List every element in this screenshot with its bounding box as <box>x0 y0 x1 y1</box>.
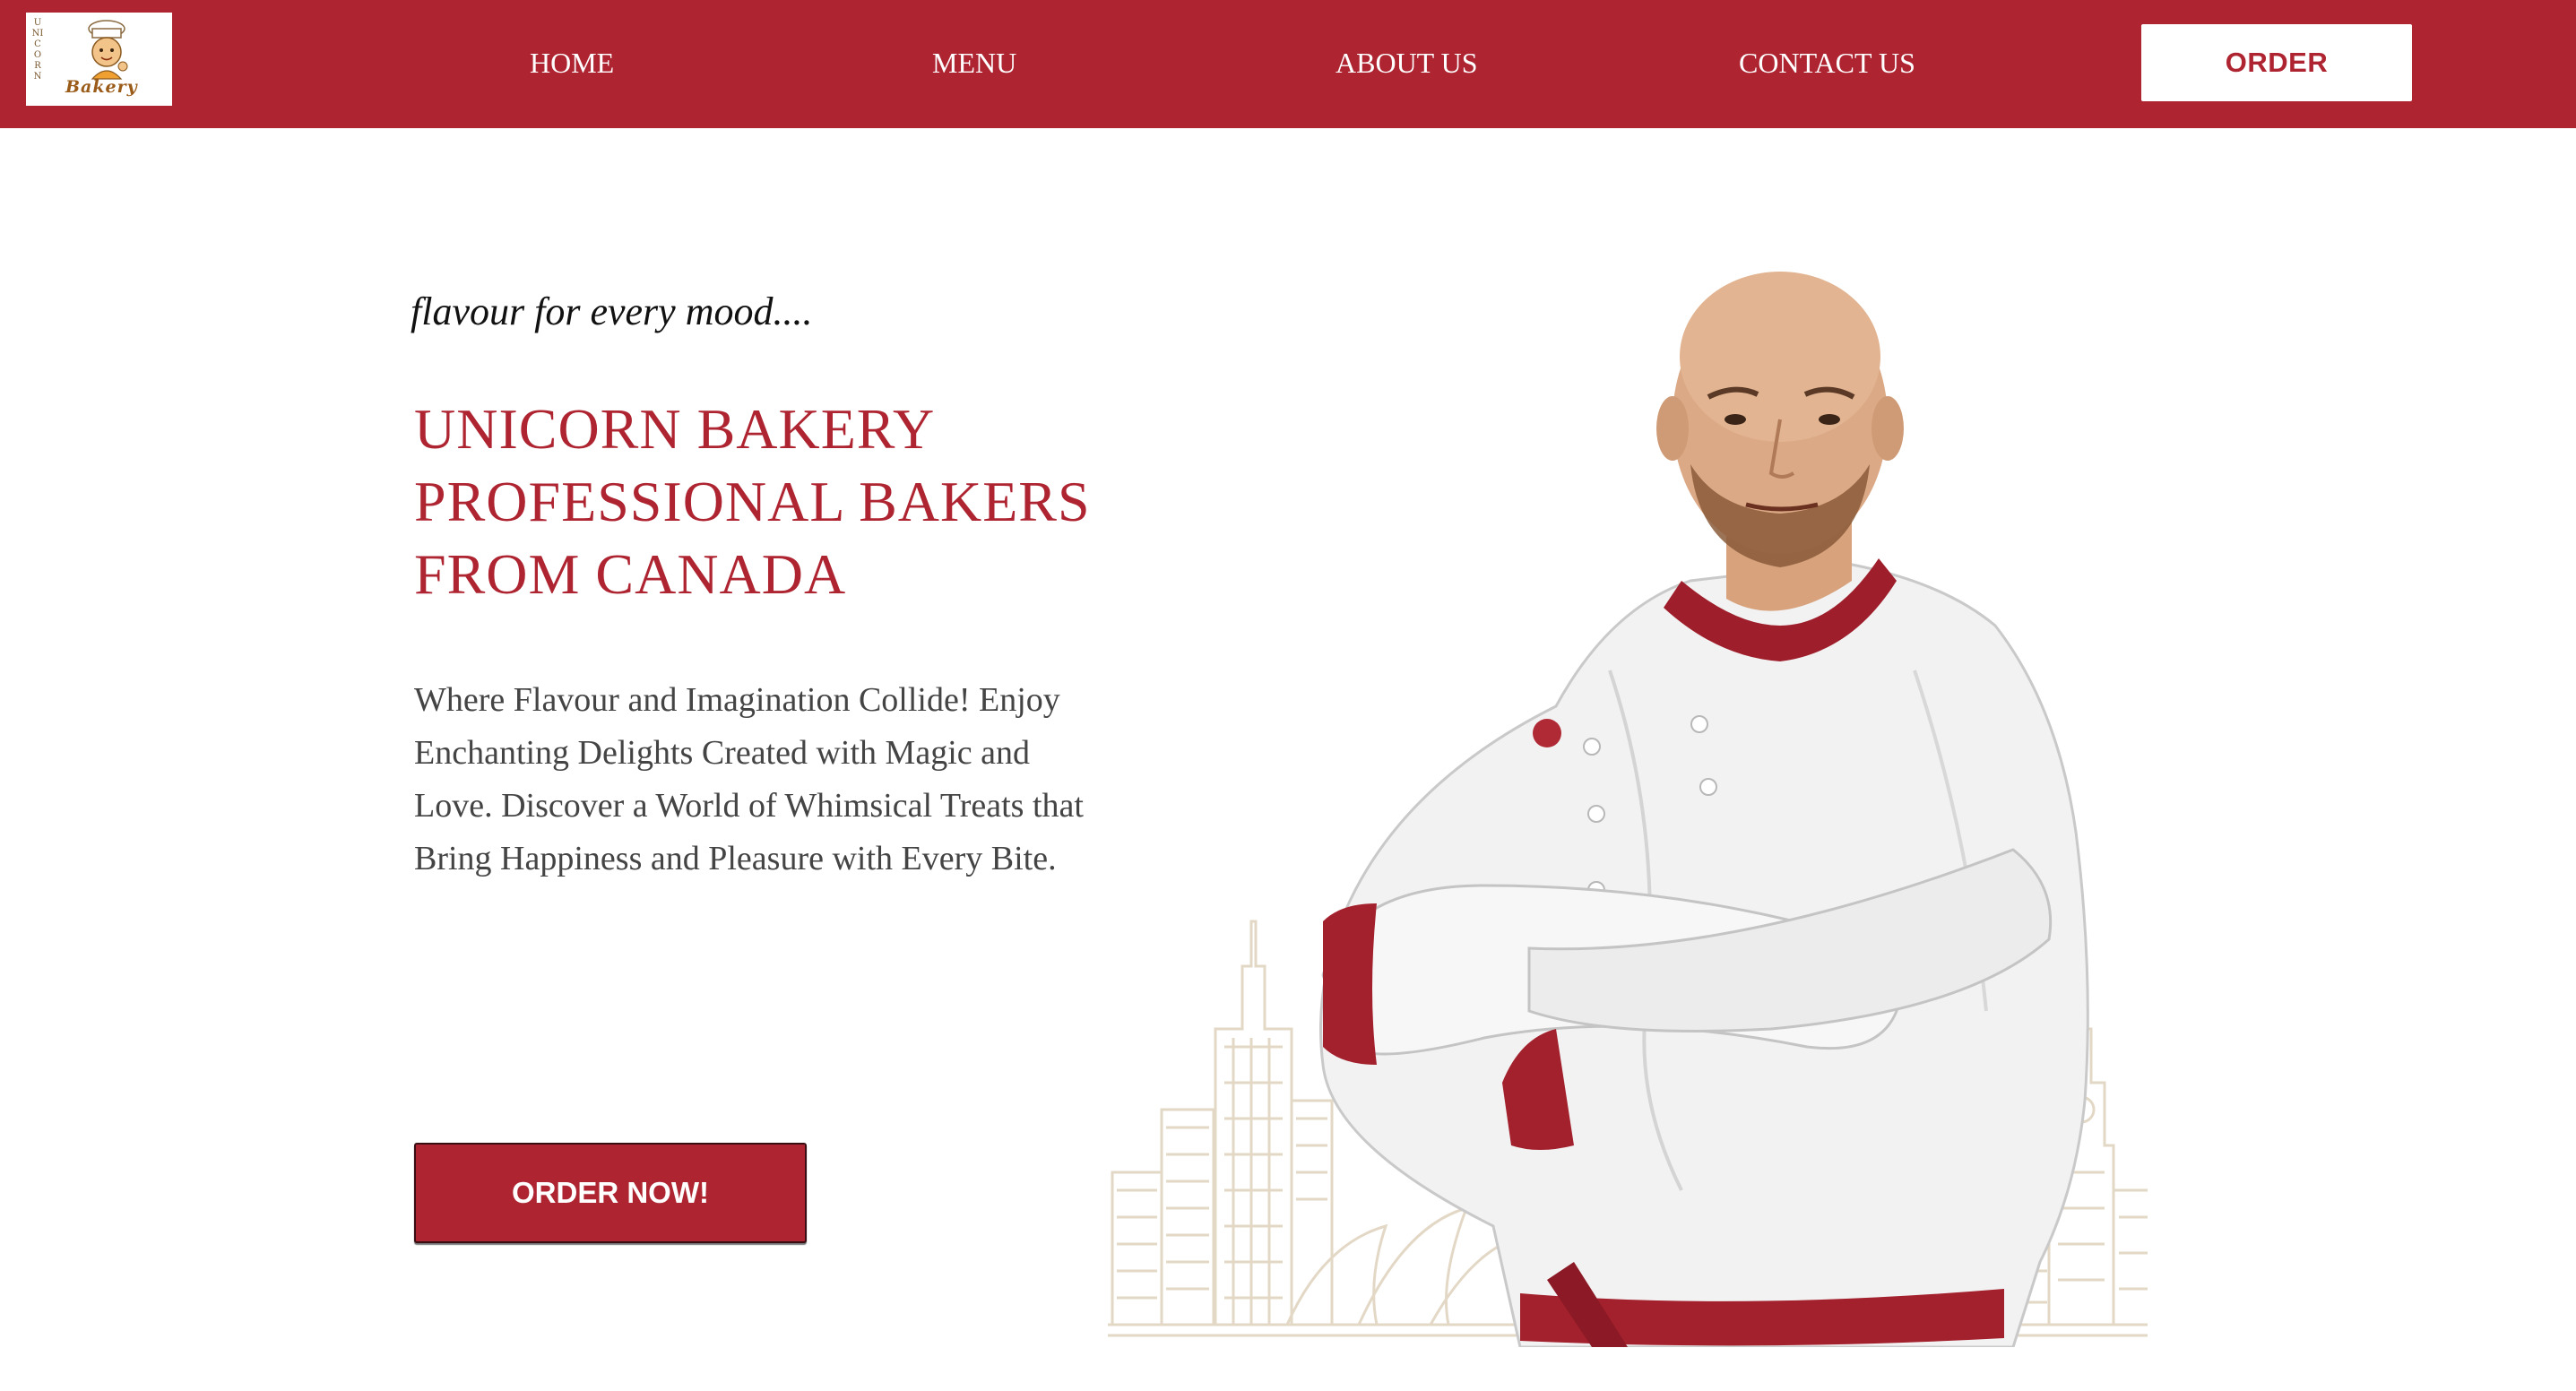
headline-line: PROFESSIONAL BAKERS <box>414 470 1091 533</box>
hero-tagline: flavour for every mood.... <box>411 289 813 333</box>
nav-contact-us[interactable]: CONTACT US <box>1739 45 1915 81</box>
order-now-button[interactable]: ORDER NOW! <box>414 1143 807 1243</box>
description-line: Enchanting Delights Created with Magic a… <box>414 734 1030 772</box>
hero-headline: UNICORN BAKERY PROFESSIONAL BAKERS FROM … <box>414 393 1149 610</box>
chef-figure <box>1319 272 2089 1347</box>
logo-wordmark: Bakery <box>65 77 138 97</box>
chef-hero-image <box>1108 272 2148 1347</box>
headline-line: FROM CANADA <box>414 542 847 606</box>
nav-about-us[interactable]: ABOUT US <box>1336 45 1478 81</box>
description-line: Love. Discover a World of Whimsical Trea… <box>414 787 1084 825</box>
hero-description: Where Flavour and Imagination Collide! E… <box>414 674 1122 886</box>
order-button[interactable]: ORDER <box>2141 24 2412 101</box>
headline-line: UNICORN BAKERY <box>414 397 936 461</box>
logo-vertical-text: UNICORN <box>31 18 44 82</box>
description-line: Bring Happiness and Pleasure with Every … <box>414 840 1057 877</box>
description-line: Where Flavour and Imagination Collide! E… <box>414 681 1060 719</box>
nav-home[interactable]: HOME <box>530 45 614 81</box>
nav-menu[interactable]: MENU <box>932 45 1016 81</box>
top-navigation-bar: UNICORN Bakery HOME MENU ABOUT US CONTAC… <box>0 0 2576 128</box>
bakery-logo[interactable]: UNICORN Bakery <box>26 13 172 106</box>
